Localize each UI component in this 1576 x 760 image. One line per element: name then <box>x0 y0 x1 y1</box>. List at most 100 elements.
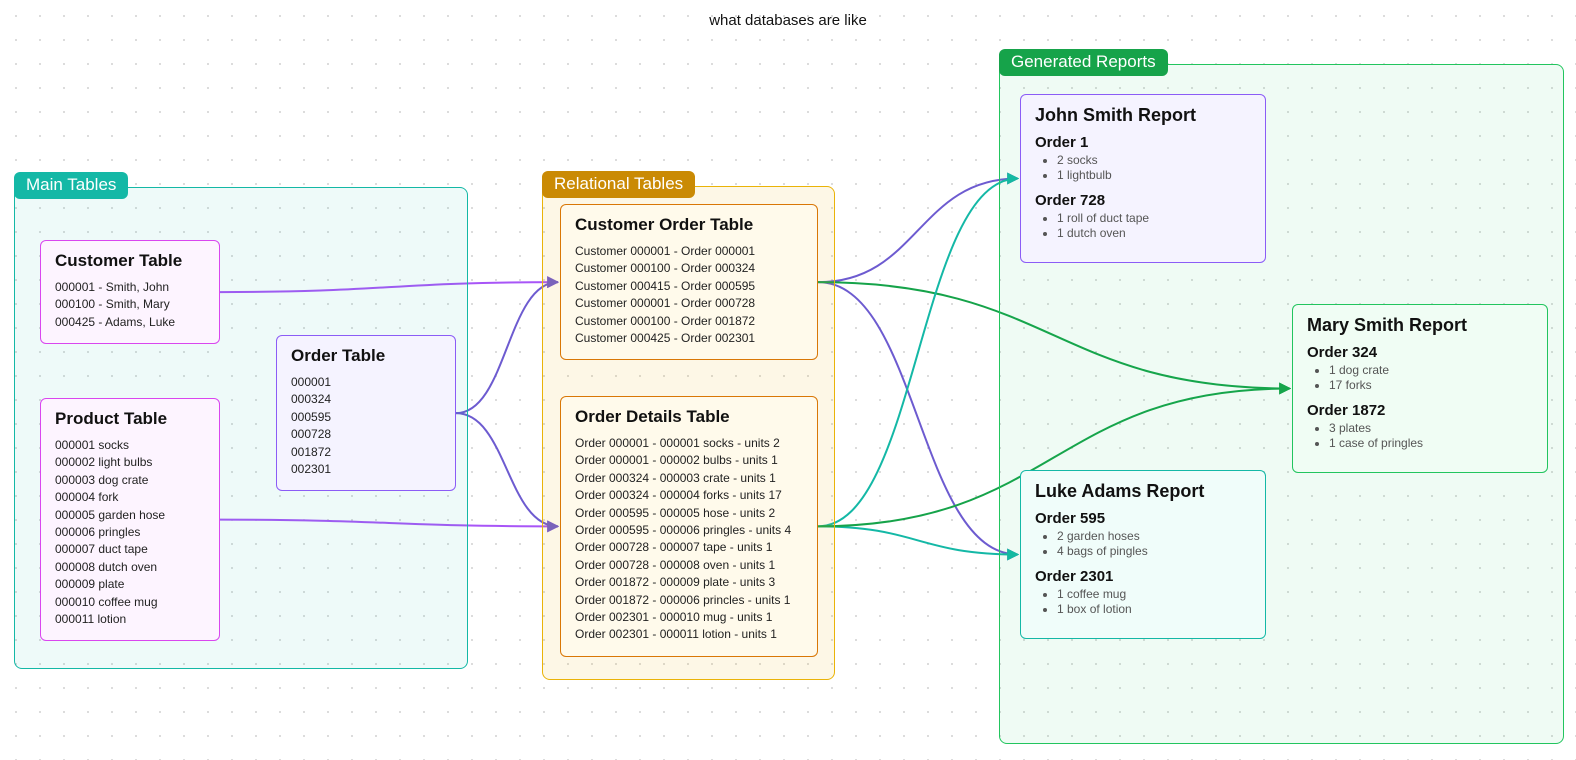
table-row: 000003 dog crate <box>55 472 205 489</box>
report-order-item: 1 lightbulb <box>1057 168 1251 182</box>
table-row: Customer 000415 - Order 000595 <box>575 278 803 295</box>
edge <box>818 179 1018 283</box>
node-report-mary-body: Order 324 1 dog crate17 forks Order 1872 3 … <box>1307 344 1533 450</box>
table-row: Order 002301 - 000010 mug - units 1 <box>575 609 803 626</box>
table-row: Customer 000100 - Order 001872 <box>575 313 803 330</box>
table-row: 000008 dutch oven <box>55 559 205 576</box>
node-report-luke-title: Luke Adams Report <box>1035 481 1251 502</box>
node-order-table[interactable]: Order Table 0000010003240005950007280018… <box>276 335 456 491</box>
table-row: Order 000001 - 000001 socks - units 2 <box>575 435 803 452</box>
report-order-item: 1 case of pringles <box>1329 436 1533 450</box>
table-row: Order 001872 - 000006 princles - units 1 <box>575 592 803 609</box>
table-row: Order 000595 - 000005 hose - units 2 <box>575 505 803 522</box>
table-row: Customer 000425 - Order 002301 <box>575 330 803 347</box>
table-row: Order 000728 - 000008 oven - units 1 <box>575 557 803 574</box>
report-order: Order 2301 1 coffee mug1 box of lotion <box>1035 568 1251 616</box>
table-row: 002301 <box>291 461 441 478</box>
diagram-canvas[interactable]: what databases are like Main Tables Rela… <box>0 0 1576 760</box>
edge <box>818 526 1018 554</box>
report-order: Order 1872 3 plates1 case of pringles <box>1307 402 1533 450</box>
page-title: what databases are like <box>0 12 1576 29</box>
node-report-luke-body: Order 595 2 garden hoses4 bags of pingles… <box>1035 510 1251 616</box>
table-row: 000009 plate <box>55 576 205 593</box>
table-row: 000002 light bulbs <box>55 454 205 471</box>
report-order-item: 1 coffee mug <box>1057 587 1251 601</box>
report-order-items: 2 socks1 lightbulb <box>1035 153 1251 182</box>
report-order-item: 3 plates <box>1329 421 1533 435</box>
node-order-details-table-title: Order Details Table <box>575 407 803 427</box>
node-product-table-title: Product Table <box>55 409 205 429</box>
table-row: Order 000324 - 000003 crate - units 1 <box>575 470 803 487</box>
report-order-item: 1 dog crate <box>1329 363 1533 377</box>
group-main-tables-label: Main Tables <box>14 172 128 199</box>
node-report-john-body: Order 1 2 socks1 lightbulb Order 728 1 roll… <box>1035 134 1251 240</box>
node-order-table-rows: 000001000324000595000728001872002301 <box>291 374 441 478</box>
node-report-luke[interactable]: Luke Adams Report Order 595 2 garden hose… <box>1020 470 1266 639</box>
table-row: Order 000595 - 000006 pringles - units 4 <box>575 522 803 539</box>
node-customer-table-rows: 000001 - Smith, John000100 - Smith, Mary… <box>55 279 205 331</box>
table-row: 000728 <box>291 426 441 443</box>
table-row: 000100 - Smith, Mary <box>55 296 205 313</box>
report-order-item: 4 bags of pingles <box>1057 544 1251 558</box>
report-order-title: Order 595 <box>1035 510 1251 527</box>
report-order: Order 728 1 roll of duct tape1 dutch oven <box>1035 192 1251 240</box>
node-report-mary-title: Mary Smith Report <box>1307 315 1533 336</box>
table-row: Order 002301 - 000011 lotion - units 1 <box>575 626 803 643</box>
report-order: Order 595 2 garden hoses4 bags of pingles <box>1035 510 1251 558</box>
report-order: Order 1 2 socks1 lightbulb <box>1035 134 1251 182</box>
node-order-table-title: Order Table <box>291 346 441 366</box>
table-row: 000425 - Adams, Luke <box>55 314 205 331</box>
node-customer-order-table[interactable]: Customer Order Table Customer 000001 - O… <box>560 204 818 360</box>
table-row: 000010 coffee mug <box>55 594 205 611</box>
edge <box>818 282 1018 554</box>
table-row: 000001 - Smith, John <box>55 279 205 296</box>
node-customer-order-table-title: Customer Order Table <box>575 215 803 235</box>
report-order-title: Order 728 <box>1035 192 1251 209</box>
group-relational-tables-label: Relational Tables <box>542 171 695 198</box>
table-row: 000004 fork <box>55 489 205 506</box>
table-row: Order 001872 - 000009 plate - units 3 <box>575 574 803 591</box>
node-report-john[interactable]: John Smith Report Order 1 2 socks1 lightb… <box>1020 94 1266 263</box>
node-order-details-table[interactable]: Order Details Table Order 000001 - 00000… <box>560 396 818 657</box>
group-generated-reports-label: Generated Reports <box>999 49 1168 76</box>
table-row: 000011 lotion <box>55 611 205 628</box>
table-row: 000001 <box>291 374 441 391</box>
table-row: Customer 000001 - Order 000001 <box>575 243 803 260</box>
report-order-items: 1 roll of duct tape1 dutch oven <box>1035 211 1251 240</box>
report-order-item: 1 roll of duct tape <box>1057 211 1251 225</box>
table-row: Customer 000100 - Order 000324 <box>575 260 803 277</box>
table-row: Order 000001 - 000002 bulbs - units 1 <box>575 452 803 469</box>
table-row: Order 000324 - 000004 forks - units 17 <box>575 487 803 504</box>
report-order-item: 1 box of lotion <box>1057 602 1251 616</box>
node-customer-table-title: Customer Table <box>55 251 205 271</box>
report-order-item: 2 socks <box>1057 153 1251 167</box>
table-row: 000595 <box>291 409 441 426</box>
edge <box>818 179 1018 527</box>
table-row: 000324 <box>291 391 441 408</box>
report-order-title: Order 1 <box>1035 134 1251 151</box>
report-order-title: Order 324 <box>1307 344 1533 361</box>
table-row: Customer 000001 - Order 000728 <box>575 295 803 312</box>
report-order-items: 2 garden hoses4 bags of pingles <box>1035 529 1251 558</box>
table-row: 001872 <box>291 444 441 461</box>
report-order-item: 2 garden hoses <box>1057 529 1251 543</box>
report-order-item: 1 dutch oven <box>1057 226 1251 240</box>
node-report-mary[interactable]: Mary Smith Report Order 324 1 dog crate17… <box>1292 304 1548 473</box>
report-order-item: 17 forks <box>1329 378 1533 392</box>
node-customer-table[interactable]: Customer Table 000001 - Smith, John00010… <box>40 240 220 344</box>
report-order: Order 324 1 dog crate17 forks <box>1307 344 1533 392</box>
report-order-title: Order 1872 <box>1307 402 1533 419</box>
report-order-items: 1 coffee mug1 box of lotion <box>1035 587 1251 616</box>
node-product-table-rows: 000001 socks000002 light bulbs000003 dog… <box>55 437 205 628</box>
table-row: Order 000728 - 000007 tape - units 1 <box>575 539 803 556</box>
report-order-items: 1 dog crate17 forks <box>1307 363 1533 392</box>
node-product-table[interactable]: Product Table 000001 socks000002 light b… <box>40 398 220 641</box>
report-order-items: 3 plates1 case of pringles <box>1307 421 1533 450</box>
table-row: 000001 socks <box>55 437 205 454</box>
table-row: 000005 garden hose <box>55 507 205 524</box>
node-customer-order-table-rows: Customer 000001 - Order 000001Customer 0… <box>575 243 803 347</box>
table-row: 000007 duct tape <box>55 541 205 558</box>
table-row: 000006 pringles <box>55 524 205 541</box>
node-report-john-title: John Smith Report <box>1035 105 1251 126</box>
report-order-title: Order 2301 <box>1035 568 1251 585</box>
